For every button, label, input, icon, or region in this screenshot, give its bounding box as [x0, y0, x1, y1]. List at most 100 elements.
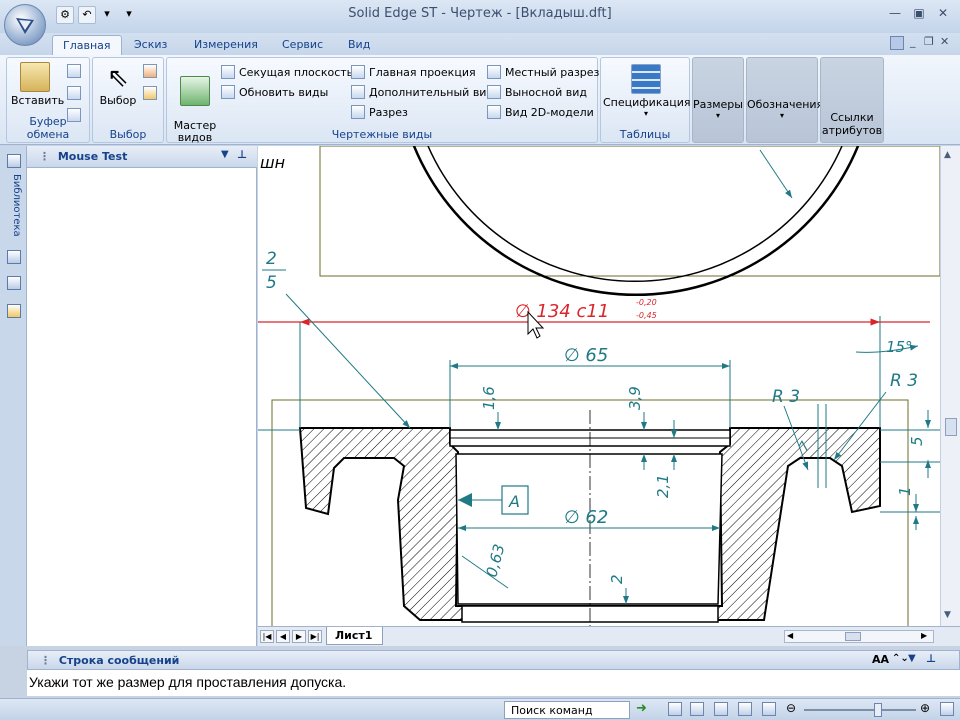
zoom-slider-thumb[interactable]	[874, 703, 882, 717]
balloon-top-text[interactable]: 2	[266, 249, 277, 269]
select-options-icon[interactable]	[143, 64, 157, 78]
group-tables-label: Таблицы	[619, 128, 671, 141]
drawing-svg[interactable]: ∅ 134 c11 -0,20 -0,45 ∅ 65 ∅ 62 2 5 1,6 …	[258, 146, 940, 626]
tab-tools[interactable]: Сервис	[272, 35, 333, 55]
zoom-out-icon[interactable]: ⊖	[786, 701, 796, 715]
message-pin-icon[interactable]: ⊥	[926, 652, 936, 665]
first-sheet-icon[interactable]: |◀	[260, 630, 274, 643]
sheet-view-icon[interactable]	[762, 702, 776, 716]
tab-measure[interactable]: Измерения	[184, 35, 268, 55]
view-wizard-button[interactable]: Мастер видов	[171, 64, 219, 156]
tab-home[interactable]: Главная	[52, 35, 122, 55]
dim-5-text[interactable]: 5	[908, 436, 926, 446]
message-grip-icon: ⋮	[40, 654, 51, 667]
auxiliary-view-button[interactable]: Дополнительный вид	[351, 82, 494, 102]
copy-icon[interactable]	[67, 86, 81, 100]
dim-1-6-text[interactable]: 1,6	[480, 386, 498, 410]
next-sheet-icon[interactable]: ▶	[292, 630, 306, 643]
dim-65-text[interactable]: ∅ 65	[564, 345, 608, 366]
section-button[interactable]: Разрез	[351, 102, 483, 122]
search-go-icon[interactable]: ➜	[636, 701, 647, 716]
zoom-slider[interactable]	[804, 709, 916, 711]
font-size-icon[interactable]: AA	[872, 653, 889, 666]
close-icon[interactable]: ✕	[932, 6, 954, 22]
scroll-up-icon[interactable]: ▲	[944, 150, 951, 160]
message-collapse-icon[interactable]: ⌃⌄	[892, 653, 909, 664]
balloon-bottom-text[interactable]: 5	[266, 273, 277, 293]
attribute-links-group-button[interactable]: Ссылки атрибутов	[820, 57, 884, 143]
hscroll-thumb[interactable]	[845, 632, 861, 641]
doc-minimize-icon[interactable]: _	[910, 35, 916, 48]
detail-view-icon	[487, 85, 501, 99]
parts-list-button[interactable]: Спецификация ▾	[603, 64, 691, 118]
dimensions-group-button[interactable]: Размеры ▾	[692, 57, 744, 143]
fit-icon[interactable]	[738, 702, 752, 716]
cut-icon[interactable]	[67, 64, 81, 78]
broken-out-section-button[interactable]: Местный разрез	[487, 62, 600, 82]
section-label: Разрез	[369, 105, 408, 119]
zoom-icon[interactable]	[690, 702, 704, 716]
tol-upper-text: -0,20	[636, 298, 657, 307]
status-bar: Поиск команд ➜ ⊖ ⊕	[0, 698, 960, 720]
2d-model-view-button[interactable]: Вид 2D-модели	[487, 102, 597, 122]
prev-sheet-icon[interactable]: ◀	[276, 630, 290, 643]
pan-icon[interactable]	[714, 702, 728, 716]
zoom-in-icon[interactable]: ⊕	[920, 701, 930, 715]
scroll-right-icon[interactable]: ▶	[921, 631, 927, 640]
panel-dropdown-icon[interactable]: ▼	[221, 149, 229, 160]
dim-2-1-text[interactable]: 2,1	[654, 474, 672, 498]
top-view-inner-arc	[427, 146, 843, 283]
update-views-button[interactable]: Обновить виды	[221, 82, 345, 102]
dim-3-9-text[interactable]: 3,9	[626, 386, 644, 410]
datum-text[interactable]: A	[508, 492, 520, 511]
group-tables: Спецификация ▾ Таблицы	[600, 57, 690, 143]
select-button[interactable]: ⇖ Выбор	[95, 62, 141, 107]
dim-r3-left-text[interactable]: R 3	[772, 387, 800, 407]
horizontal-scrollbar[interactable]: ◀ ▶	[784, 630, 934, 643]
broken-out-section-label: Местный разрез	[505, 65, 600, 79]
dim-15deg-text[interactable]: 15°	[886, 338, 913, 356]
scroll-thumb[interactable]	[945, 418, 957, 436]
group-drawing-views-label: Чертежные виды	[331, 128, 433, 141]
help-options-icon[interactable]	[890, 36, 904, 50]
vertical-scrollbar[interactable]: ▲ ▼	[940, 146, 960, 626]
select-filter-icon[interactable]	[143, 86, 157, 100]
group-clipboard-label: Буфер обмена	[26, 115, 70, 141]
detail-view-label: Выносной вид	[505, 85, 588, 99]
scroll-down-icon[interactable]: ▼	[944, 610, 951, 620]
drawing-canvas[interactable]: ∅ 134 c11 -0,20 -0,45 ∅ 65 ∅ 62 2 5 1,6 …	[258, 146, 940, 626]
scroll-left-icon[interactable]: ◀	[787, 631, 793, 640]
annotations-group-button[interactable]: Обозначения ▾	[746, 57, 824, 143]
dim-r3-right-text[interactable]: R 3	[890, 371, 918, 391]
doc-restore-icon[interactable]: ❐	[924, 35, 934, 48]
minimize-icon[interactable]: —	[884, 6, 906, 22]
doc-close-icon[interactable]: ✕	[940, 35, 949, 48]
library-tab[interactable]: Библиотека	[6, 174, 22, 244]
principal-view-button[interactable]: Главная проекция	[351, 62, 483, 82]
application-menu-button[interactable]	[4, 4, 46, 46]
auxiliary-view-icon	[351, 85, 365, 99]
cutting-plane-button[interactable]: Секущая плоскость	[221, 62, 353, 82]
maximize-icon[interactable]: ▣	[908, 6, 930, 22]
message-dropdown-icon[interactable]: ▼	[908, 653, 916, 664]
last-sheet-icon[interactable]: ▶|	[308, 630, 322, 643]
parts-list-label: Спецификация	[603, 96, 691, 109]
groups-icon[interactable]	[7, 276, 21, 290]
layers-icon[interactable]	[7, 250, 21, 264]
dim-1-text[interactable]: 1	[896, 486, 914, 496]
sheet-tab[interactable]: Лист1	[326, 627, 384, 645]
tab-view[interactable]: Вид	[338, 35, 380, 55]
paste-button[interactable]: Вставить	[11, 62, 64, 107]
tab-sketch[interactable]: Эскиз	[124, 35, 177, 55]
sheet-setup-icon[interactable]	[7, 304, 21, 318]
annotations-label: Обозначения	[747, 98, 824, 111]
solid-edge-logo-icon	[16, 18, 34, 34]
library-icon[interactable]	[7, 154, 21, 168]
zoom-area-icon[interactable]	[668, 702, 682, 716]
panel-pin-icon[interactable]: ⊥	[237, 148, 247, 161]
detail-view-button[interactable]: Выносной вид	[487, 82, 597, 102]
dim-62-text[interactable]: ∅ 62	[564, 507, 608, 528]
command-search-input[interactable]: Поиск команд	[504, 701, 630, 719]
dim-2-text[interactable]: 2	[608, 574, 626, 584]
status-options-icon[interactable]	[940, 702, 954, 716]
